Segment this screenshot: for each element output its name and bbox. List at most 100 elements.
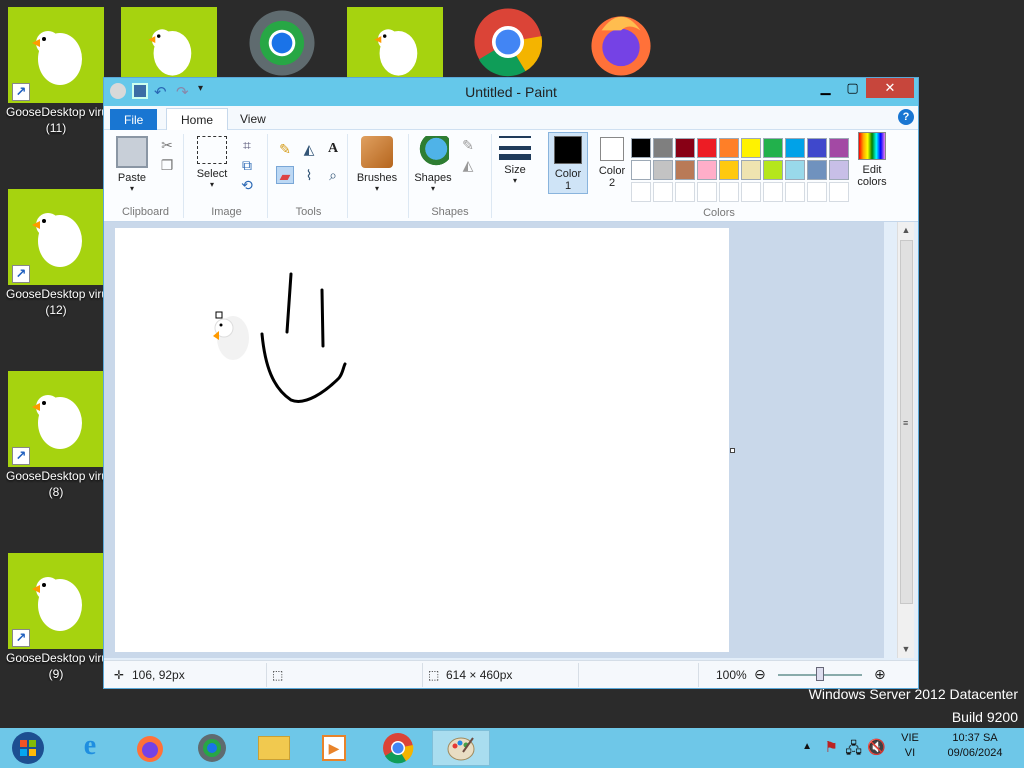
- taskbar-chrome[interactable]: [374, 730, 422, 766]
- color-swatch[interactable]: [785, 160, 805, 180]
- color-swatch[interactable]: [631, 160, 651, 180]
- chrome-desktop-icon[interactable]: [460, 7, 556, 77]
- eraser-icon[interactable]: ▰: [276, 166, 294, 184]
- scroll-down-arrow[interactable]: ▼: [898, 641, 914, 658]
- chrome-beta-desktop-icon[interactable]: [236, 9, 328, 77]
- fill-shape-icon[interactable]: ◭: [459, 156, 477, 174]
- color-picker-icon[interactable]: ⌇: [300, 166, 318, 184]
- clipboard-icon: [116, 136, 148, 168]
- color-swatch[interactable]: [741, 160, 761, 180]
- color-swatch[interactable]: [785, 182, 805, 202]
- color-swatch[interactable]: [741, 182, 761, 202]
- close-button[interactable]: ✕: [866, 78, 914, 98]
- color-swatch[interactable]: [697, 182, 717, 202]
- desktop-icon-goose-9[interactable]: ↗ GooseDesktop viru (9): [6, 553, 106, 681]
- color-swatch[interactable]: [697, 160, 717, 180]
- minimize-button[interactable]: ▁: [812, 78, 839, 98]
- taskbar-file-explorer[interactable]: [250, 730, 298, 766]
- firefox-desktop-icon[interactable]: [576, 7, 666, 77]
- taskbar-internet-explorer[interactable]: e: [66, 730, 114, 766]
- volume-muted-icon[interactable]: 🔇: [867, 738, 886, 756]
- color-swatch[interactable]: [719, 160, 739, 180]
- tab-view[interactable]: View: [226, 108, 280, 130]
- input-language[interactable]: VIE VI: [896, 732, 924, 759]
- color1-button[interactable]: Color 1: [548, 132, 588, 194]
- color-swatch[interactable]: [697, 138, 717, 158]
- taskbar-paint[interactable]: [432, 730, 490, 766]
- color-swatch[interactable]: [785, 138, 805, 158]
- color-swatch[interactable]: [763, 138, 783, 158]
- taskbar-media-player[interactable]: ▶: [310, 730, 358, 766]
- pencil-icon[interactable]: ✎: [276, 140, 294, 158]
- group-label: Clipboard: [121, 206, 170, 218]
- crop-icon[interactable]: ⌗: [238, 136, 256, 154]
- shapes-button[interactable]: Shapes ▾: [413, 136, 453, 193]
- desktop-icon-goose-8[interactable]: ↗ GooseDesktop viru (8): [6, 371, 106, 499]
- color-swatch[interactable]: [829, 138, 849, 158]
- drawing-canvas[interactable]: [115, 228, 729, 652]
- show-hidden-icons-button[interactable]: ▲: [802, 741, 812, 752]
- maximize-button[interactable]: ▢: [839, 78, 866, 98]
- color2-swatch: [600, 137, 624, 161]
- paste-button[interactable]: Paste ▾: [114, 136, 150, 193]
- edit-colors-button[interactable]: Edit colors: [852, 132, 892, 188]
- action-center-icon[interactable]: ⚑: [825, 738, 838, 756]
- group-label: Tools: [295, 206, 322, 218]
- vertical-scrollbar[interactable]: ▲ ≡ ▼: [897, 222, 914, 658]
- clock[interactable]: 10:37 SA 09/06/2024: [932, 732, 1018, 759]
- ribbon: Paste ▾ ✂ ❐ Clipboard Select ▾ ⌗ ⧉ ⟲ Image…: [104, 130, 918, 222]
- tab-file[interactable]: File: [110, 109, 158, 131]
- color2-button[interactable]: Color 2: [592, 132, 632, 189]
- cut-icon[interactable]: ✂: [158, 136, 176, 154]
- rotate-icon[interactable]: ⟲: [238, 176, 256, 194]
- help-icon[interactable]: ?: [898, 109, 914, 125]
- color-swatch[interactable]: [675, 138, 695, 158]
- tab-home[interactable]: Home: [166, 108, 229, 130]
- color-swatch[interactable]: [653, 182, 673, 202]
- line-size-icon: [499, 136, 531, 160]
- os-watermark-line2: Build 9200: [951, 709, 1018, 725]
- magnifier-icon[interactable]: ⌕: [324, 166, 342, 184]
- copy-icon[interactable]: ❐: [158, 156, 176, 174]
- outline-icon[interactable]: ✎: [459, 136, 477, 154]
- color-swatch[interactable]: [829, 182, 849, 202]
- zoom-out-button[interactable]: ⊖: [754, 666, 766, 683]
- color-swatch[interactable]: [653, 160, 673, 180]
- taskbar-chrome-beta[interactable]: [188, 730, 236, 766]
- network-icon[interactable]: 🖧: [845, 738, 862, 763]
- canvas-size: 614 × 460px: [446, 668, 513, 682]
- start-button[interactable]: [4, 730, 52, 766]
- color-swatch[interactable]: [763, 160, 783, 180]
- color-swatch[interactable]: [653, 138, 673, 158]
- color-swatch[interactable]: [675, 160, 695, 180]
- taskbar-firefox[interactable]: [126, 730, 174, 766]
- color1-swatch: [554, 136, 582, 164]
- select-button[interactable]: Select ▾: [190, 136, 234, 189]
- zoom-slider-thumb[interactable]: [816, 667, 824, 681]
- color-swatch[interactable]: [763, 182, 783, 202]
- color-swatch[interactable]: [807, 138, 827, 158]
- text-icon[interactable]: A: [324, 140, 342, 158]
- color-swatch[interactable]: [807, 160, 827, 180]
- desktop-icon-goose-top-2[interactable]: [347, 7, 443, 77]
- color-swatch[interactable]: [719, 138, 739, 158]
- firefox-icon: [137, 736, 163, 762]
- canvas-resize-handle-right[interactable]: [730, 448, 735, 453]
- clock-date: 09/06/2024: [947, 747, 1003, 759]
- desktop-icon-goose-11[interactable]: ↗ GooseDesktop viru (11): [6, 7, 106, 135]
- size-button[interactable]: Size ▾: [496, 136, 534, 185]
- fill-icon[interactable]: ◭: [300, 140, 318, 158]
- color-swatch[interactable]: [829, 160, 849, 180]
- zoom-in-button[interactable]: ⊕: [874, 666, 886, 683]
- color-swatch[interactable]: [719, 182, 739, 202]
- brushes-button[interactable]: Brushes ▾: [352, 136, 402, 193]
- color-swatch[interactable]: [741, 138, 761, 158]
- desktop-icon-goose-top-1[interactable]: [121, 7, 217, 77]
- desktop-icon-goose-12[interactable]: ↗ GooseDesktop viru (12): [6, 189, 106, 317]
- scroll-up-arrow[interactable]: ▲: [898, 222, 914, 239]
- color-swatch[interactable]: [631, 182, 651, 202]
- color-swatch[interactable]: [675, 182, 695, 202]
- color-swatch[interactable]: [631, 138, 651, 158]
- resize-icon[interactable]: ⧉: [238, 156, 256, 174]
- color-swatch[interactable]: [807, 182, 827, 202]
